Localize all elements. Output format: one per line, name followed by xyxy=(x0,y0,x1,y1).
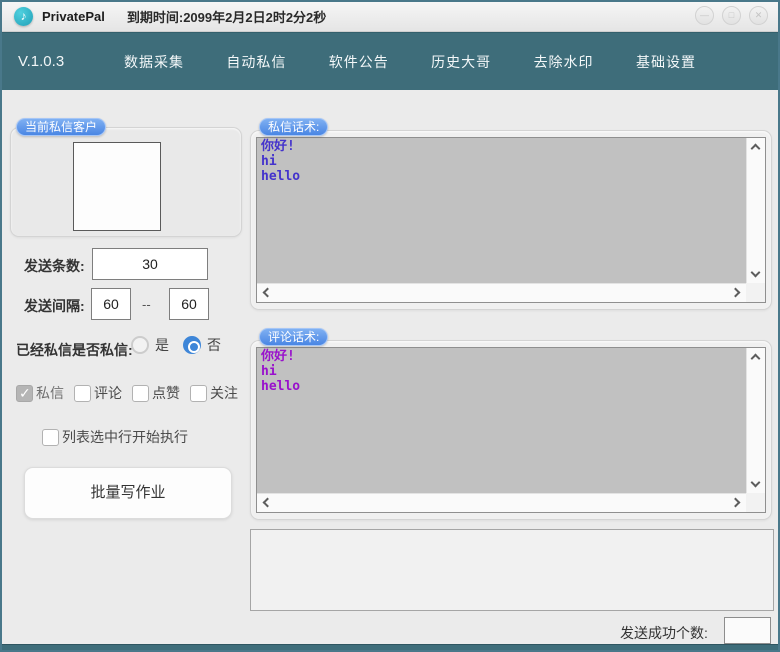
comment-line: hello xyxy=(261,379,742,394)
radio-option-no[interactable]: 否 xyxy=(183,335,221,355)
comment-horizontal-scrollbar[interactable] xyxy=(257,493,746,512)
comment-line: 你好! xyxy=(261,349,742,364)
nav-menu: 数据采集 自动私信 软件公告 历史大哥 去除水印 基础设置 xyxy=(124,33,696,91)
expiry-time-text: 到期时间:2099年2月2日2时2分2秒 xyxy=(127,7,326,26)
comment-line: hi xyxy=(261,364,742,379)
comment-vertical-scrollbar[interactable] xyxy=(746,348,765,493)
scrollbar-corner xyxy=(746,283,765,302)
checkbox-comment-label: 评论 xyxy=(94,383,122,403)
dm-line: hi xyxy=(261,154,742,169)
checkbox-comment[interactable] xyxy=(74,385,91,402)
radio-no-label: 否 xyxy=(207,335,221,355)
dm-horizontal-scrollbar[interactable] xyxy=(257,283,746,302)
radio-option-yes[interactable]: 是 xyxy=(131,335,169,355)
dm-scripts-frame: 你好! hi hello xyxy=(256,137,766,303)
current-client-groupbox xyxy=(10,127,242,237)
app-logo-music-note-icon: ♪ xyxy=(14,7,33,26)
maximize-button[interactable]: □ xyxy=(722,6,741,25)
already-messaged-label: 已经私信是否私信: xyxy=(16,340,133,360)
scroll-up-icon[interactable] xyxy=(751,144,761,154)
app-title: PrivatePal xyxy=(42,9,105,24)
nav-item-data-collection[interactable]: 数据采集 xyxy=(124,52,184,72)
client-avatar-placeholder xyxy=(73,142,161,231)
scrollbar-corner xyxy=(746,493,765,512)
nav-item-history[interactable]: 历史大哥 xyxy=(431,52,491,72)
nav-item-announcements[interactable]: 软件公告 xyxy=(329,52,389,72)
app-window: ♪ PrivatePal 到期时间:2099年2月2日2时2分2秒 — □ ✕ … xyxy=(0,0,780,652)
success-count-label: 发送成功个数: xyxy=(620,623,708,643)
scroll-down-icon[interactable] xyxy=(751,478,761,488)
close-button[interactable]: ✕ xyxy=(749,6,768,25)
radio-yes-label: 是 xyxy=(155,335,169,355)
dm-scripts-textarea[interactable]: 你好! hi hello xyxy=(257,138,746,283)
minimize-button[interactable]: — xyxy=(695,6,714,25)
send-interval-min-input[interactable]: 60 xyxy=(91,288,131,320)
comment-scripts-groupbox: 你好! hi hello xyxy=(250,340,772,520)
window-controls: — □ ✕ xyxy=(695,6,768,25)
checkbox-follow-label: 关注 xyxy=(210,383,238,403)
nav-item-basic-settings[interactable]: 基础设置 xyxy=(636,52,696,72)
checkbox-list-row-label: 列表选中行开始执行 xyxy=(62,427,188,447)
success-count-value xyxy=(724,617,771,644)
title-bar: ♪ PrivatePal 到期时间:2099年2月2日2时2分2秒 — □ ✕ xyxy=(2,2,778,32)
send-interval-label: 发送间隔: xyxy=(24,296,85,316)
dm-vertical-scrollbar[interactable] xyxy=(746,138,765,283)
comment-scripts-badge: 评论话术: xyxy=(259,328,328,346)
scroll-down-icon[interactable] xyxy=(751,268,761,278)
radio-yes-icon[interactable] xyxy=(131,336,149,354)
scroll-right-icon[interactable] xyxy=(731,288,741,298)
checkbox-dm[interactable] xyxy=(16,385,33,402)
checkbox-like-label: 点赞 xyxy=(152,383,180,403)
send-interval-max-input[interactable]: 60 xyxy=(169,288,209,320)
bottom-accent-strip xyxy=(2,644,778,650)
checkbox-dm-label: 私信 xyxy=(36,383,64,403)
nav-bar: V.1.0.3 数据采集 自动私信 软件公告 历史大哥 去除水印 基础设置 xyxy=(2,32,778,90)
version-label: V.1.0.3 xyxy=(18,53,64,70)
send-count-input[interactable]: 30 xyxy=(92,248,208,280)
send-count-label: 发送条数: xyxy=(24,256,85,276)
scroll-left-icon[interactable] xyxy=(263,498,273,508)
scroll-up-icon[interactable] xyxy=(751,354,761,364)
current-client-badge: 当前私信客户 xyxy=(16,118,106,136)
comment-scripts-frame: 你好! hi hello xyxy=(256,347,766,513)
checkbox-list-row[interactable] xyxy=(42,429,59,446)
interval-separator: -- xyxy=(142,297,151,312)
scroll-left-icon[interactable] xyxy=(263,288,273,298)
checkbox-like[interactable] xyxy=(132,385,149,402)
dm-scripts-groupbox: 你好! hi hello xyxy=(250,130,772,310)
radio-no-icon[interactable] xyxy=(183,336,201,354)
list-row-option[interactable]: 列表选中行开始执行 xyxy=(42,427,198,447)
main-content: 当前私信客户 发送条数: 30 发送间隔: 60 -- 60 已经私信是否私信:… xyxy=(2,90,778,644)
dm-scripts-badge: 私信话术: xyxy=(259,118,328,136)
checkbox-follow[interactable] xyxy=(190,385,207,402)
nav-item-watermark-removal[interactable]: 去除水印 xyxy=(534,52,594,72)
batch-write-button[interactable]: 批量写作业 xyxy=(24,467,232,519)
nav-item-auto-dm[interactable]: 自动私信 xyxy=(226,52,286,72)
dm-line: 你好! xyxy=(261,139,742,154)
comment-scripts-textarea[interactable]: 你好! hi hello xyxy=(257,348,746,493)
scroll-right-icon[interactable] xyxy=(731,498,741,508)
log-box[interactable] xyxy=(250,529,774,611)
dm-line: hello xyxy=(261,169,742,184)
action-checkbox-row: 私信 评论 点赞 关注 xyxy=(16,383,248,403)
